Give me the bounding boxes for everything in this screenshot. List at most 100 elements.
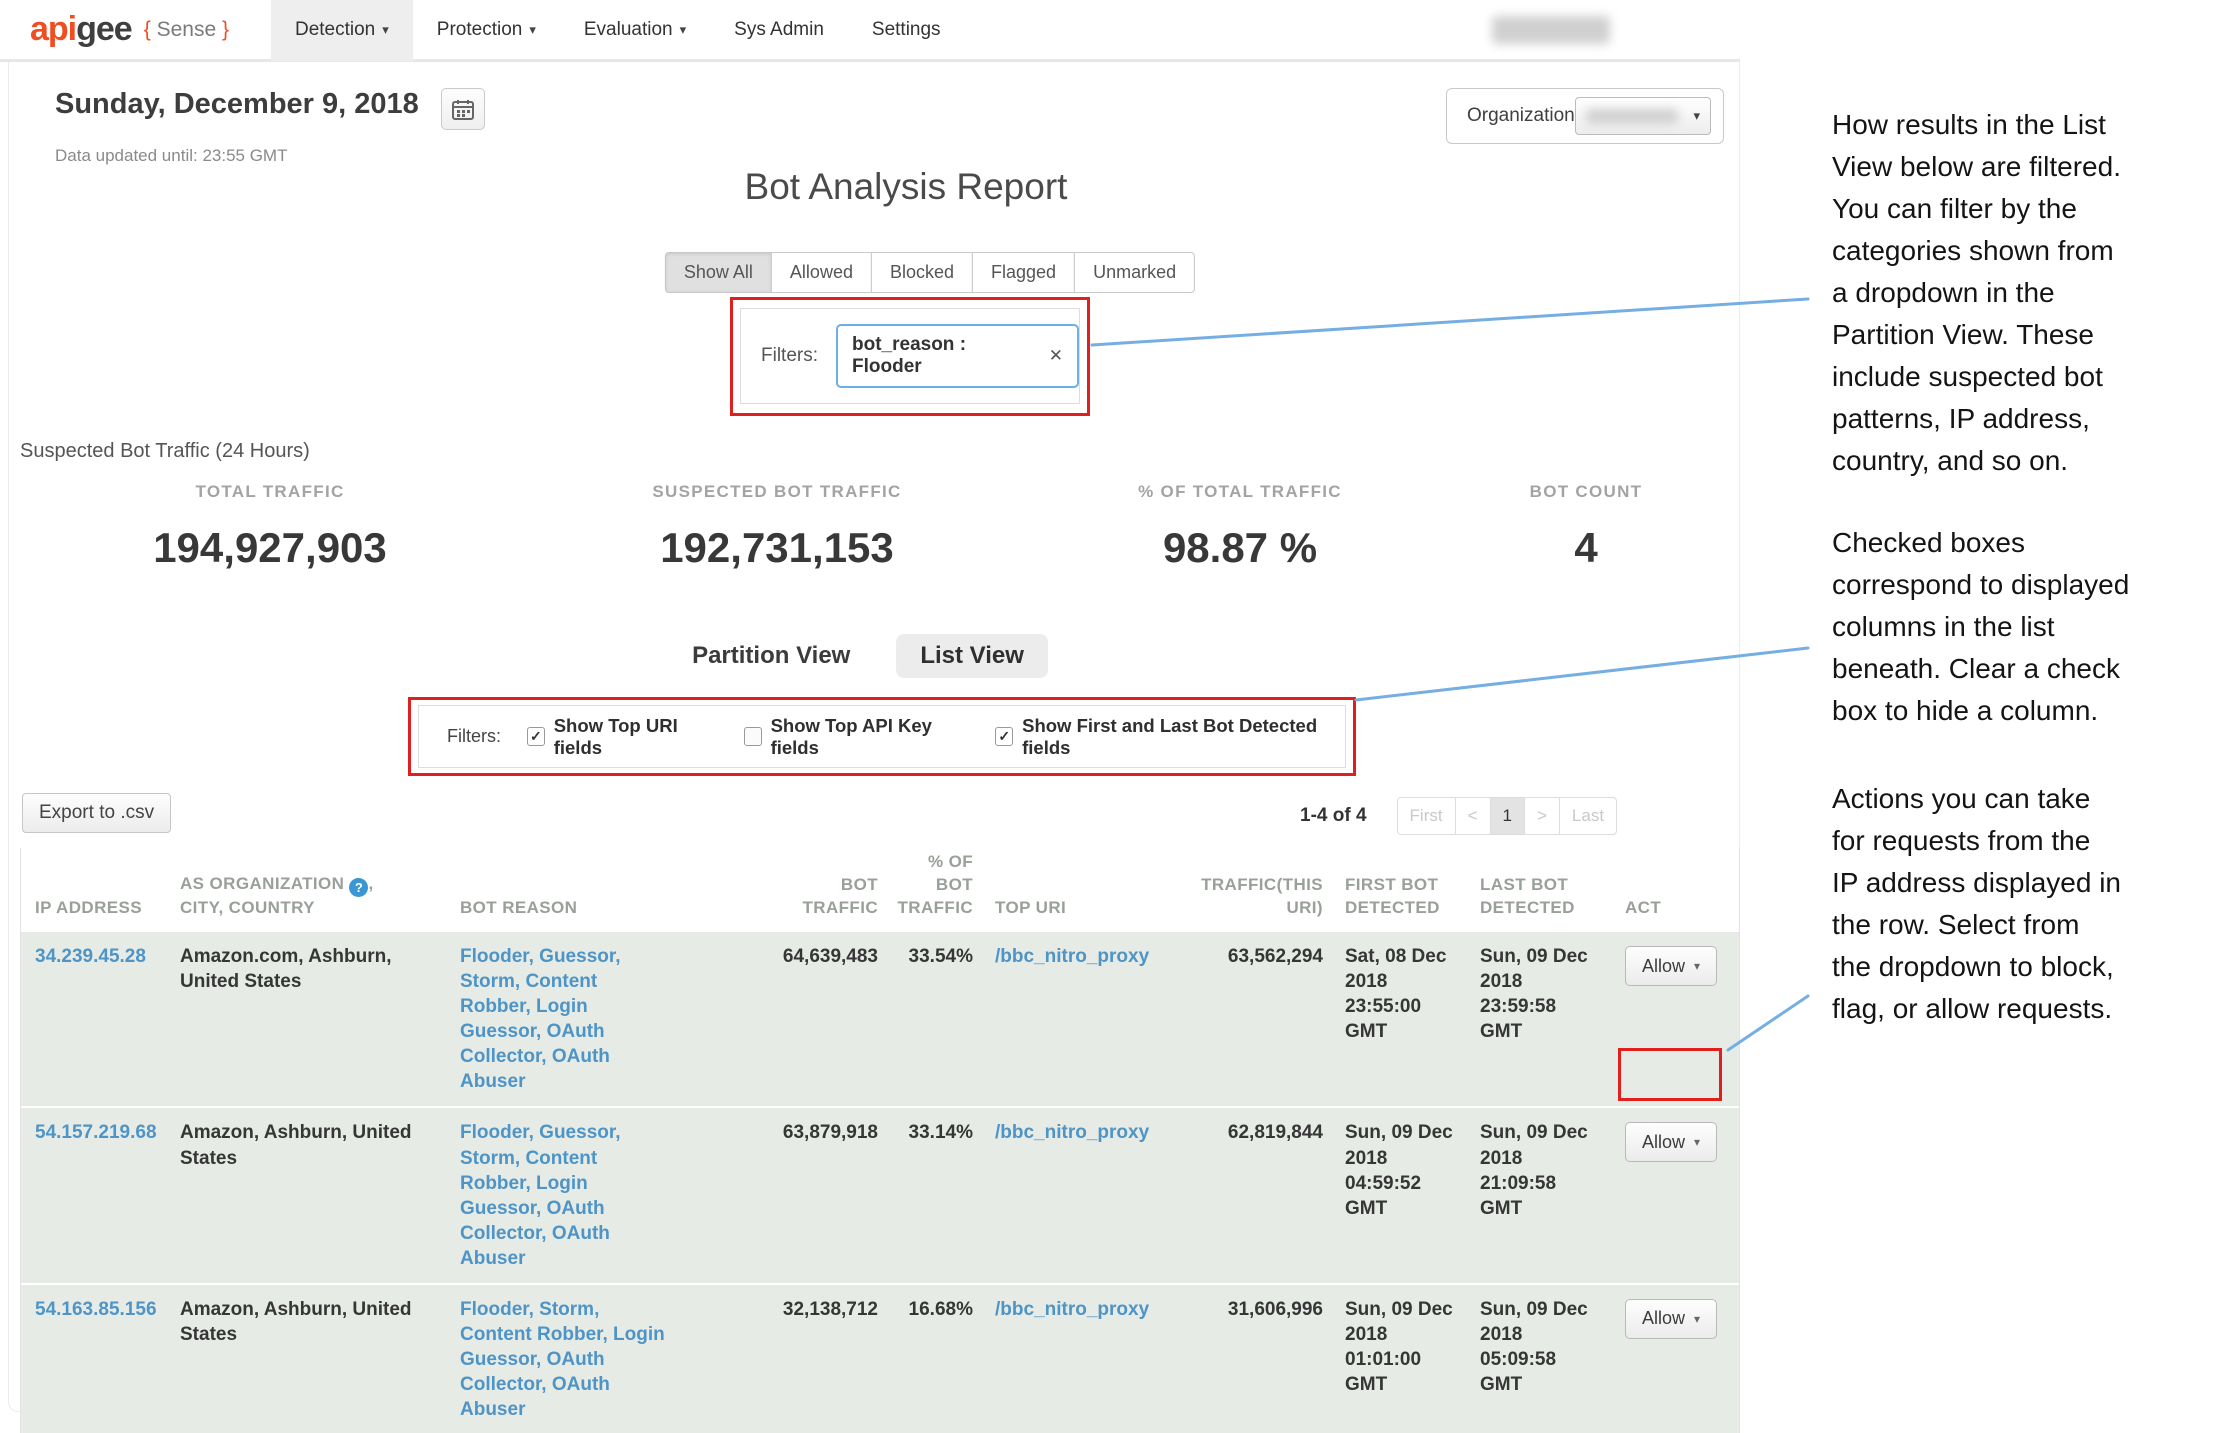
apigee-logo[interactable]: apigee [30,10,132,49]
tab-show-all[interactable]: Show All [665,252,772,293]
nav-item-settings[interactable]: Settings [848,0,965,61]
action-dropdown[interactable]: Allow▾ [1625,1299,1717,1339]
ip-link[interactable]: 54.157.219.68 [21,1120,166,1145]
nav-item-protection[interactable]: Protection▾ [413,0,560,61]
action-label: Allow [1642,956,1685,977]
calendar-button[interactable] [441,88,485,130]
traffic-this-uri: 31,606,996 [1146,1297,1331,1322]
col-header-last-bot-detected: LAST BOT DETECTED [1466,874,1611,920]
nav-item-detection[interactable]: Detection ▾ [271,0,413,61]
bot-reason-links[interactable]: Flooder, Storm, Content Robber, Login Gu… [446,1297,711,1422]
checkbox-show-first-last-bot[interactable]: ✓ Show First and Last Bot Detected field… [995,715,1345,759]
action-label: Allow [1642,1132,1685,1153]
table-row: 34.239.45.28 Amazon.com, Ashburn, United… [21,930,1739,1106]
tab-unmarked[interactable]: Unmarked [1074,252,1195,293]
col-header-first-bot-detected: FIRST BOT DETECTED [1331,874,1466,920]
filter-chip-bot-reason[interactable]: bot_reason : Flooder ✕ [836,324,1079,388]
caret-down-icon: ▾ [382,22,389,38]
pagination-first-button[interactable]: First [1397,797,1456,835]
top-uri-link[interactable]: /bbc_nitro_proxy [981,1120,1146,1145]
first-bot-detected: Sat, 08 Dec 2018 23:55:00 GMT [1331,944,1466,1044]
col-header-pct-bot-traffic: % OF BOT TRAFFIC [886,851,981,920]
pagination-page-1[interactable]: 1 [1490,797,1525,835]
ip-link[interactable]: 54.163.85.156 [21,1297,166,1322]
ip-link[interactable]: 34.239.45.28 [21,944,166,969]
col-header-traffic-this-uri: TRAFFIC(THIS URI) [1146,874,1331,920]
checkbox-label: Show Top API Key fields [771,715,970,759]
stat-label: SUSPECTED BOT TRAFFIC [540,482,1014,502]
tab-partition-view[interactable]: Partition View [692,642,850,670]
checkbox-show-top-api-key[interactable]: Show Top API Key fields [744,715,970,759]
stat-value: 4 [1466,524,1706,572]
pct-bot-traffic: 16.68% [886,1297,981,1322]
pagination-last-button[interactable]: Last [1559,797,1617,835]
nav-item-label: Sys Admin [734,19,824,41]
col-header-top-uri: TOP URI [981,897,1146,920]
organization-select[interactable]: ▾ [1575,97,1711,135]
sense-brace-close: } [222,18,229,41]
action-dropdown[interactable]: Allow ▾ [1625,1122,1717,1162]
checkbox-unchecked-icon[interactable] [744,727,762,746]
annotation-text-checkboxes: Checked boxes correspond to displayed co… [1832,522,2216,732]
page: apigee { Sense } Detection▾ Protection▾ … [0,0,2216,1433]
bot-reason-links[interactable]: Flooder, Guessor, Storm, Content Robber,… [446,1120,711,1270]
pagination-range: 1-4 of 4 [1300,805,1367,827]
as-organization: Amazon, Ashburn, United States [166,1297,446,1347]
checkbox-show-top-uri[interactable]: ✓ Show Top URI fields [527,715,718,759]
traffic-this-uri: 62,819,844 [1146,1120,1331,1145]
logo-gee: gee [76,10,132,48]
tab-blocked[interactable]: Blocked [871,252,973,293]
nav-item-sys-admin[interactable]: Sys Admin [710,0,848,61]
logo-api: api [30,10,76,48]
caret-down-icon: ▾ [1694,1312,1700,1326]
pagination-next-button[interactable]: > [1524,797,1560,835]
checkbox-label: Show First and Last Bot Detected fields [1022,715,1345,759]
help-icon[interactable]: ? [349,878,368,897]
organization-label: Organization [1467,105,1575,127]
traffic-this-uri: 63,562,294 [1146,944,1331,969]
top-uri-link[interactable]: /bbc_nitro_proxy [981,944,1146,969]
tab-list-view[interactable]: List View [896,634,1048,678]
table-row: 54.157.219.68 Amazon, Ashburn, United St… [21,1106,1739,1282]
report-date: Sunday, December 9, 2018 [55,88,419,121]
nav-item-label: Detection [295,19,375,41]
data-updated-text: Data updated until: 23:55 GMT [55,146,287,166]
organization-panel: Organization ▾ [1446,88,1724,144]
col-header-org-text: AS ORGANIZATION [180,874,344,893]
last-bot-detected: Sun, 09 Dec 2018 23:59:58 GMT [1466,944,1611,1044]
act-cell: Allow ▾ [1611,944,1739,986]
checkbox-checked-icon[interactable]: ✓ [527,727,545,746]
close-icon[interactable]: ✕ [1049,346,1063,366]
bot-traffic: 63,879,918 [711,1120,886,1145]
export-csv-button[interactable]: Export to .csv [22,793,171,833]
col-header-ip: IP ADDRESS [21,897,166,920]
nav-item-evaluation[interactable]: Evaluation▾ [560,0,710,61]
stat-total-traffic: TOTAL TRAFFIC 194,927,903 [0,482,540,572]
caret-down-icon: ▾ [1694,1135,1700,1149]
col-header-org: AS ORGANIZATION ?,CITY, COUNTRY [166,873,446,920]
pagination-prev-button[interactable]: < [1455,797,1491,835]
column-filters-label: Filters: [447,726,501,747]
account-name-redacted[interactable] [1492,16,1610,44]
annotation-text-filters: How results in the List View below are f… [1832,104,2216,482]
nav-item-label: Evaluation [584,19,673,41]
nav-item-label: Settings [872,19,941,41]
view-toggle: Partition View List View [692,634,1048,678]
tab-flagged[interactable]: Flagged [972,252,1075,293]
stat-label: % OF TOTAL TRAFFIC [1014,482,1466,502]
col-header-bot-reason: BOT REASON [446,897,711,920]
filter-chip-text: bot_reason : Flooder [852,334,1033,378]
stat-bot-count: BOT COUNT 4 [1466,482,1706,572]
top-uri-link[interactable]: /bbc_nitro_proxy [981,1297,1146,1322]
caret-down-icon: ▾ [1694,959,1700,973]
last-bot-detected: Sun, 09 Dec 2018 21:09:58 GMT [1466,1120,1611,1220]
tab-allowed[interactable]: Allowed [771,252,872,293]
stat-suspected-bot-traffic: SUSPECTED BOT TRAFFIC 192,731,153 [540,482,1014,572]
caret-down-icon: ▾ [1693,108,1700,124]
bot-reason-links[interactable]: Flooder, Guessor, Storm, Content Robber,… [446,944,711,1094]
table-header-row: IP ADDRESS AS ORGANIZATION ?,CITY, COUNT… [21,848,1739,930]
calendar-icon [452,99,474,120]
pct-bot-traffic: 33.14% [886,1120,981,1145]
action-dropdown[interactable]: Allow ▾ [1625,946,1717,986]
checkbox-checked-icon[interactable]: ✓ [995,727,1013,746]
